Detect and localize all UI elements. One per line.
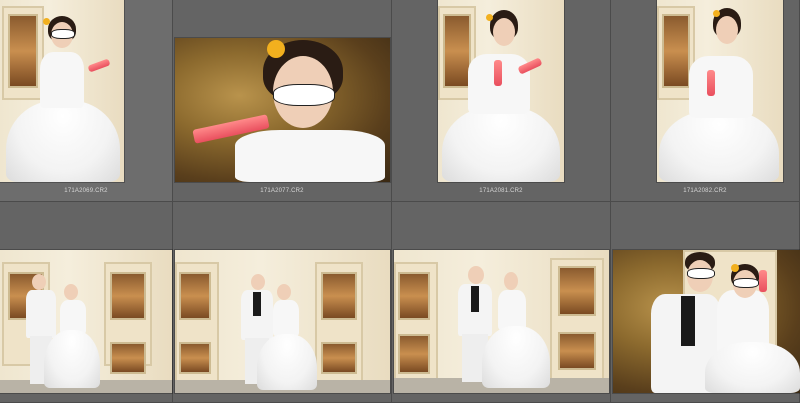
thumbnail-filename: 171A2069.CR2 bbox=[64, 188, 108, 194]
bride-torso bbox=[689, 56, 753, 118]
wedding-dress bbox=[6, 100, 120, 182]
door-glass bbox=[110, 272, 146, 320]
photo-thumbnail-4[interactable] bbox=[657, 0, 783, 182]
photo-thumbnail-1[interactable] bbox=[0, 0, 124, 182]
thumbnail-filename: 171A2077.CR2 bbox=[260, 188, 304, 194]
thumbnail-cell-3[interactable]: 171A2081.CR2 bbox=[392, 0, 611, 202]
bride-torso bbox=[40, 52, 84, 108]
pink-bottle bbox=[494, 60, 502, 86]
bride-face bbox=[493, 18, 515, 46]
door-glass bbox=[179, 342, 211, 374]
photo-thumbnail-6[interactable] bbox=[175, 250, 390, 393]
photo-thumbnail-5[interactable] bbox=[0, 250, 172, 393]
groom-face bbox=[251, 274, 265, 290]
door-glass bbox=[443, 14, 471, 88]
groom-suit bbox=[26, 290, 56, 338]
door-glass bbox=[662, 14, 690, 88]
pink-bottle bbox=[759, 270, 767, 292]
heart-sunglasses bbox=[733, 278, 759, 288]
bride-face bbox=[277, 284, 291, 300]
photo-thumbnail-2[interactable] bbox=[175, 38, 390, 182]
thumbnail-cell-8[interactable] bbox=[611, 202, 800, 403]
bride-torso bbox=[273, 300, 299, 336]
photo-thumbnail-3[interactable] bbox=[438, 0, 564, 182]
door-glass bbox=[398, 334, 430, 374]
hair-flower bbox=[486, 14, 493, 21]
wedding-dress bbox=[257, 334, 317, 390]
groom-shirt bbox=[471, 286, 479, 312]
wedding-dress bbox=[442, 106, 560, 182]
wedding-dress bbox=[705, 342, 800, 393]
wedding-dress bbox=[482, 326, 550, 388]
hair-flower bbox=[731, 264, 739, 272]
heart-sunglasses bbox=[273, 84, 335, 106]
heart-sunglasses bbox=[687, 268, 715, 279]
wedding-dress bbox=[659, 110, 779, 182]
pink-bottle bbox=[707, 70, 715, 96]
groom-shirt bbox=[253, 292, 261, 316]
groom-face bbox=[32, 274, 46, 290]
wedding-dress bbox=[44, 330, 100, 388]
door-glass bbox=[398, 272, 430, 320]
bride-face bbox=[504, 272, 518, 290]
photo-thumbnail-8[interactable] bbox=[613, 250, 800, 393]
hair-flower bbox=[267, 40, 285, 58]
bride-torso bbox=[498, 290, 526, 330]
thumbnail-cell-6[interactable] bbox=[173, 202, 392, 403]
hair-flower bbox=[713, 10, 720, 17]
heart-sunglasses bbox=[51, 29, 75, 39]
groom-shirt bbox=[681, 296, 695, 346]
door-glass bbox=[558, 332, 596, 370]
hair-flower bbox=[43, 18, 50, 25]
thumbnail-cell-1[interactable]: 171A2069.CR2 bbox=[0, 0, 173, 202]
thumbnail-cell-2[interactable]: 171A2077.CR2 bbox=[173, 0, 392, 202]
door-glass bbox=[110, 342, 146, 374]
thumbnail-cell-4[interactable]: 171A2082.CR2 bbox=[611, 0, 800, 202]
door-glass bbox=[558, 266, 596, 316]
thumbnail-cell-7[interactable] bbox=[392, 202, 611, 403]
bride-torso bbox=[235, 130, 385, 182]
bride-face bbox=[64, 284, 78, 300]
thumbnail-filename: 171A2082.CR2 bbox=[683, 188, 727, 194]
groom-face bbox=[468, 266, 484, 284]
door-glass bbox=[8, 14, 38, 88]
thumbnail-cell-5[interactable] bbox=[0, 202, 173, 403]
photo-grid: 171A2069.CR2 171A2077.CR2 171A2081.CR2 1… bbox=[0, 0, 800, 403]
thumbnail-filename: 171A2081.CR2 bbox=[479, 188, 523, 194]
door-glass bbox=[321, 342, 357, 374]
door-glass bbox=[321, 272, 357, 320]
pink-bottle bbox=[87, 58, 111, 73]
door-glass bbox=[179, 272, 211, 320]
bride-torso bbox=[60, 300, 86, 334]
bride-face bbox=[716, 16, 738, 44]
photo-thumbnail-7[interactable] bbox=[394, 250, 609, 393]
